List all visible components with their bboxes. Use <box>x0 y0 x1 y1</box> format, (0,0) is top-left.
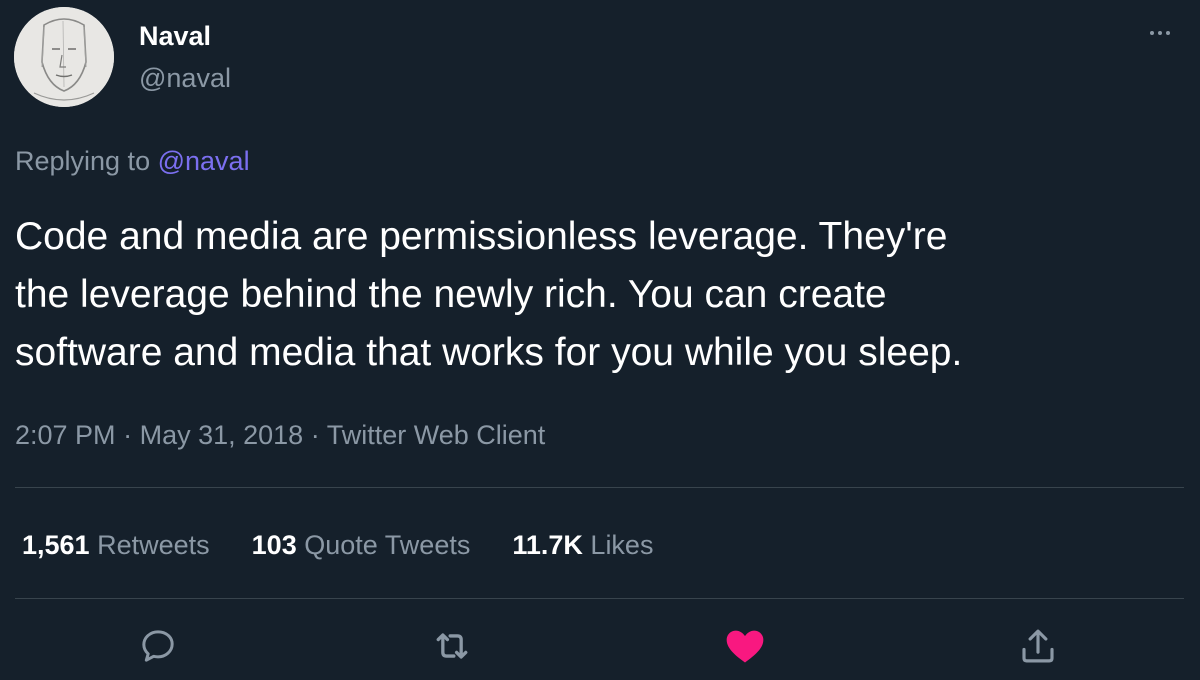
tweet-date[interactable]: May 31, 2018 <box>140 420 304 450</box>
tweet-text-line: software and media that works for you wh… <box>15 331 963 374</box>
tweet-metadata: 2:07 PM · May 31, 2018 · Twitter Web Cli… <box>15 416 545 454</box>
more-dot-icon <box>1158 31 1162 35</box>
replying-to: Replying to @naval <box>15 142 250 180</box>
share-button[interactable] <box>1014 622 1062 670</box>
replying-to-label: Replying to <box>15 146 151 176</box>
likes-label: Likes <box>590 530 654 560</box>
engagement-stats: 1,561 Retweets 103 Quote Tweets 11.7K Li… <box>22 526 695 564</box>
share-icon <box>1022 629 1054 663</box>
quote-tweets-stat[interactable]: 103 Quote Tweets <box>252 526 471 564</box>
author-handle[interactable]: @naval <box>139 60 231 96</box>
separator: · <box>123 420 133 450</box>
quote-tweets-label: Quote Tweets <box>304 530 471 560</box>
divider <box>15 487 1184 488</box>
tweet-client[interactable]: Twitter Web Client <box>327 420 546 450</box>
retweets-stat[interactable]: 1,561 Retweets <box>22 526 210 564</box>
divider <box>15 598 1184 599</box>
retweet-button[interactable] <box>428 622 476 670</box>
reply-button[interactable] <box>134 622 182 670</box>
likes-count: 11.7K <box>512 530 583 560</box>
reply-mention-link[interactable]: @naval <box>158 146 250 176</box>
more-dot-icon <box>1150 31 1154 35</box>
tweet-text-line: the leverage behind the newly rich. You … <box>15 273 887 316</box>
retweets-count: 1,561 <box>22 530 90 560</box>
tweet-detail: Naval @naval Replying to @naval Code and… <box>0 0 1200 680</box>
more-dot-icon <box>1166 31 1170 35</box>
tweet-time[interactable]: 2:07 PM <box>15 420 116 450</box>
retweet-icon <box>436 633 468 659</box>
likes-stat[interactable]: 11.7K Likes <box>512 526 653 564</box>
heart-icon <box>726 630 764 663</box>
like-button[interactable] <box>721 622 769 670</box>
separator: · <box>310 420 320 450</box>
avatar-sketch-image <box>14 7 114 107</box>
more-options-button[interactable] <box>1140 18 1180 48</box>
tweet-text: Code and media are permissionless levera… <box>15 208 1190 382</box>
avatar[interactable] <box>14 7 114 107</box>
tweet-text-line: Code and media are permissionless levera… <box>15 215 948 258</box>
reply-icon <box>142 630 174 662</box>
retweets-label: Retweets <box>97 530 210 560</box>
quote-tweets-count: 103 <box>251 530 297 560</box>
author-name[interactable]: Naval <box>139 18 211 54</box>
